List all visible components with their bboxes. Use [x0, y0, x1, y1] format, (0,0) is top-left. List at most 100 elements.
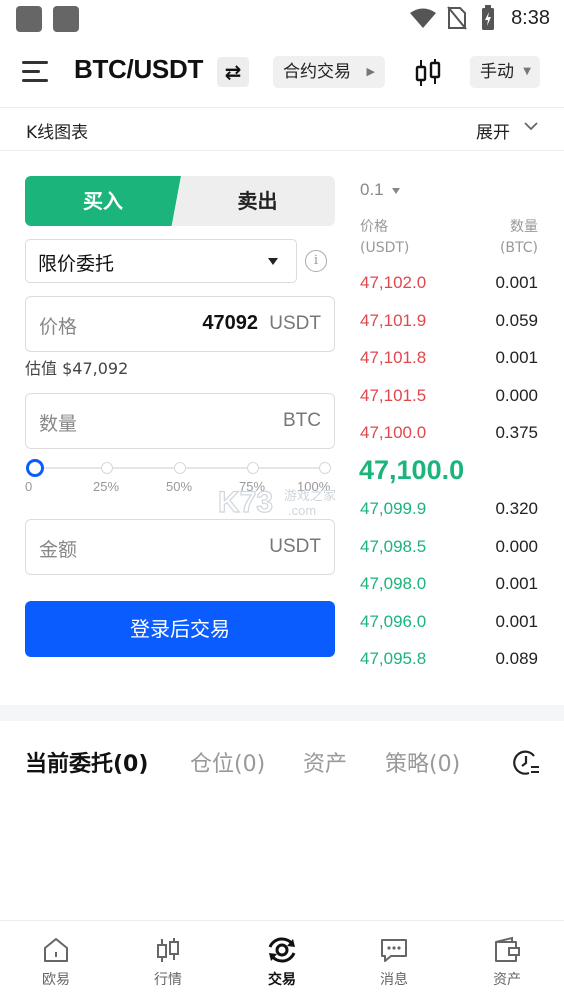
bid-price[interactable]: 47,095.8: [360, 649, 426, 669]
amount-input[interactable]: 数量 BTC: [25, 393, 335, 449]
nav-home[interactable]: 欧易: [16, 935, 96, 989]
notification-icon: [16, 6, 42, 32]
nav-trade[interactable]: 交易: [242, 935, 322, 989]
estimate-value: 估值 $47,092: [25, 359, 129, 378]
ask-quantity: 0.375: [495, 423, 538, 442]
nav-markets[interactable]: 行情: [128, 935, 208, 989]
slider-knob[interactable]: [26, 459, 44, 477]
watermark-logo: K73 游戏之家 .com: [218, 485, 336, 519]
bid-quantity: 0.000: [495, 537, 538, 556]
price-step-dropdown[interactable]: 0.1: [360, 180, 400, 200]
candlestick-chart-icon[interactable]: [412, 58, 444, 88]
tab-open-orders[interactable]: 当前委托(0): [25, 746, 148, 778]
nav-assets[interactable]: 资产: [467, 935, 547, 989]
total-placeholder: 金额: [39, 539, 78, 561]
message-icon: [381, 939, 407, 962]
ask-quantity: 0.001: [495, 273, 538, 292]
nav-label: 欧易: [42, 972, 70, 988]
section-separator: [0, 705, 564, 721]
no-sim-icon: [447, 6, 467, 30]
contract-trade-label: 合约交易: [283, 62, 351, 82]
caret-down-icon: [391, 187, 400, 194]
slider-label: 0: [25, 479, 33, 494]
bid-quantity: 0.001: [495, 612, 538, 631]
total-input[interactable]: 金额 USDT: [25, 519, 335, 575]
mode-dropdown[interactable]: 手动 ▼: [470, 56, 540, 88]
bottom-navigation: 欧易 行情 交易 消息 资产: [0, 920, 564, 1004]
price-input[interactable]: 价格 47092 USDT: [25, 296, 335, 352]
svg-text:游戏之家: 游戏之家: [284, 488, 336, 504]
tab-positions[interactable]: 仓位(0): [190, 746, 265, 778]
slider-stop[interactable]: [319, 462, 331, 474]
login-to-trade-button[interactable]: 登录后交易: [25, 601, 335, 657]
mode-label: 手动: [480, 62, 514, 82]
menu-icon[interactable]: [22, 58, 50, 84]
buy-tab[interactable]: 买入: [25, 176, 181, 226]
price-placeholder: 价格: [39, 316, 78, 338]
bid-price[interactable]: 47,098.5: [360, 537, 426, 557]
caret-down-icon: [268, 258, 278, 265]
ask-price[interactable]: 47,101.5: [360, 386, 426, 406]
tab-strategies[interactable]: 策略(0): [385, 746, 460, 778]
price-unit: USDT: [269, 313, 321, 334]
slider-stop[interactable]: [247, 462, 259, 474]
slider-stop[interactable]: [101, 462, 113, 474]
trading-pair-title[interactable]: BTC/USDT: [74, 54, 203, 85]
nav-messages[interactable]: 消息: [354, 935, 434, 989]
svg-text:K73: K73: [218, 486, 273, 519]
qty-header-label: 数量: [510, 219, 538, 235]
play-arrow-icon: ▶: [366, 65, 375, 78]
slider-stop[interactable]: [174, 462, 186, 474]
ask-price[interactable]: 47,102.0: [360, 273, 426, 293]
bid-price[interactable]: 47,096.0: [360, 612, 426, 632]
tab-assets[interactable]: 资产: [303, 746, 347, 778]
wifi-icon: [410, 8, 436, 28]
expand-label[interactable]: 展开: [476, 118, 510, 143]
ask-price[interactable]: 47,101.9: [360, 311, 426, 331]
chevron-down-icon: ▼: [523, 66, 531, 77]
qty-header-unit: (BTC): [499, 240, 538, 256]
slider-label: 50%: [166, 479, 193, 494]
amount-placeholder: 数量: [39, 413, 78, 435]
price-step-value: 0.1: [360, 180, 384, 199]
chevron-down-icon[interactable]: [524, 119, 538, 133]
price-value[interactable]: 47092: [202, 312, 258, 335]
slider-label: 25%: [93, 479, 120, 494]
svg-text:.com: .com: [288, 503, 316, 518]
status-bar: 8:38: [0, 0, 564, 40]
swap-icon[interactable]: ⇄: [217, 57, 249, 87]
info-icon[interactable]: i: [305, 250, 327, 272]
price-header-unit: (USDT): [360, 240, 410, 256]
ask-price[interactable]: 47,101.8: [360, 348, 426, 368]
contract-trade-button[interactable]: 合约交易 ▶: [273, 56, 385, 88]
top-bar: BTC/USDT ⇄ 合约交易 ▶ 手动 ▼: [0, 42, 564, 104]
nav-label: 行情: [154, 972, 182, 988]
ask-quantity: 0.059: [495, 311, 538, 330]
ask-price[interactable]: 47,100.0: [360, 423, 426, 443]
kline-label: K线图表: [26, 123, 89, 143]
last-price[interactable]: 47,100.0: [359, 455, 464, 486]
nav-label: 交易: [268, 972, 296, 988]
order-history-icon[interactable]: [512, 748, 540, 776]
ask-quantity: 0.001: [495, 348, 538, 367]
bid-quantity: 0.001: [495, 574, 538, 593]
total-unit: USDT: [269, 536, 321, 557]
order-book-qty-header: 数量 (BTC): [500, 217, 538, 259]
bid-quantity: 0.089: [495, 649, 538, 668]
sell-tab[interactable]: 卖出: [172, 176, 335, 226]
notification-icon: [53, 6, 79, 32]
bid-price[interactable]: 47,098.0: [360, 574, 426, 594]
kline-chart-row[interactable]: K线图表 展开: [0, 108, 564, 150]
price-header-label: 价格: [360, 219, 388, 235]
order-type-select[interactable]: 限价委托: [25, 239, 297, 283]
status-time: 8:38: [511, 7, 550, 29]
nav-label: 消息: [380, 972, 408, 988]
battery-icon: [482, 5, 494, 30]
wallet-icon: [495, 936, 520, 962]
nav-label: 资产: [493, 972, 521, 988]
trade-icon: [268, 937, 296, 963]
order-book-price-header: 价格 (USDT): [360, 217, 409, 259]
bid-price[interactable]: 47,099.9: [360, 499, 426, 519]
orders-tabs: 当前委托(0) 仓位(0) 资产 策略(0): [0, 738, 564, 786]
ask-quantity: 0.000: [495, 386, 538, 405]
